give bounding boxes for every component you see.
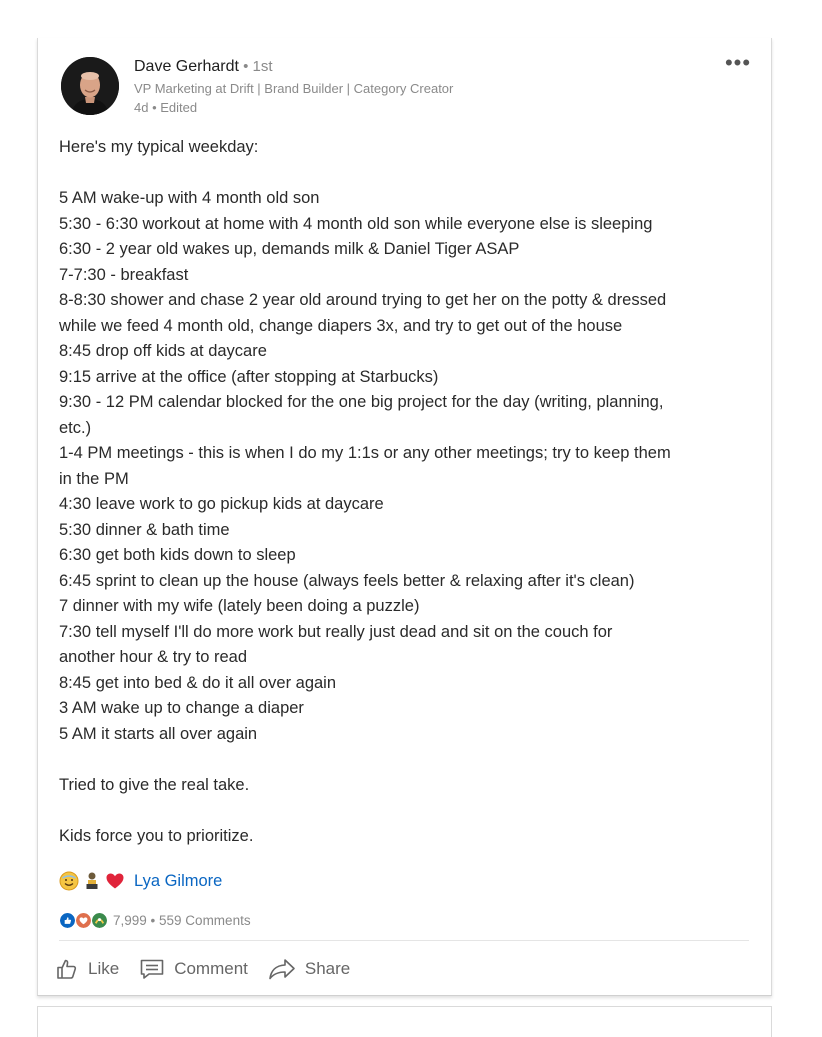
post-text-line: 6:30 - 2 year old wakes up, demands milk… [59, 240, 520, 258]
social-counts-text: 7,999 • 559 Comments [113, 913, 251, 928]
post-body: Here's my typical weekday: 5 AM wake-up w… [59, 135, 759, 849]
post-text-line: 5:30 - 6:30 workout at home with 4 month… [59, 214, 653, 233]
post-text-line: Tried to give the real take. [59, 775, 250, 794]
like-label: Like [88, 959, 120, 978]
person-emoji [86, 872, 98, 889]
post-text-line: Here's my typical weekday: [59, 138, 259, 156]
more-options-button[interactable]: ••• [722, 52, 754, 75]
post-text-line: 1-4 PM meetings - this is when I do my 1… [59, 444, 671, 462]
post-text-line: 4:30 leave work to go pickup kids at day… [59, 495, 384, 513]
avatar-photo [61, 57, 119, 115]
post-text-line: 7 dinner with my wife (lately been doing… [59, 597, 420, 615]
share-label: Share [304, 959, 351, 978]
connection-degree: • 1st [238, 58, 273, 75]
post-text-line: 8:45 drop off kids at daycare [59, 342, 267, 360]
post-text-line: 8:45 get into bed & do it all over again [59, 673, 337, 692]
social-counts: 7,999 • 559 Comments [59, 910, 251, 930]
comment-icon [140, 959, 164, 979]
post-text-line: while we feed 4 month old, change diaper… [59, 316, 623, 335]
comment-button[interactable]: Comment [139, 957, 248, 981]
post-text-line: in the PM [59, 469, 129, 488]
author-headline: VP Marketing at Drift | Brand Builder | … [134, 81, 454, 96]
post-text-line: 9:30 - 12 PM calendar blocked for the on… [59, 393, 664, 411]
like-button[interactable]: Like [55, 957, 119, 981]
post-text-line: 3 AM wake up to change a diaper [59, 699, 304, 717]
post-text-line: another hour & try to read [59, 648, 248, 666]
share-button[interactable]: Share [268, 957, 350, 981]
post-text-line: 7:30 tell myself I'll do more work but r… [59, 622, 613, 641]
post-text-line: Kids force you to prioritize. [59, 826, 254, 845]
author-line: Dave Gerhardt • 1st [134, 57, 273, 77]
like-reaction-icon[interactable] [59, 911, 76, 929]
post-text-line: etc.) [59, 418, 92, 437]
post-text-line: 5 AM it starts all over again [59, 724, 258, 743]
post-text-line: 5 AM wake-up with 4 month old son [59, 189, 320, 207]
post-text-line: 9:15 arrive at the office (after stoppin… [59, 367, 439, 386]
love-reaction-icon[interactable] [75, 911, 92, 929]
reactor-name-link[interactable]: Lya Gilmore [134, 872, 222, 891]
thumbs-up-icon [57, 959, 77, 979]
reactor-line: Lya Gilmore [59, 868, 222, 894]
post-text-line: 6:30 get both kids down to sleep [59, 546, 296, 564]
comments-count-link[interactable]: 559 Comments [159, 913, 251, 928]
reactions-count[interactable]: 7,999 [113, 913, 147, 928]
comment-label: Comment [174, 959, 248, 978]
actions-divider [59, 940, 749, 941]
post-text-line: 5:30 dinner & bath time [59, 520, 230, 539]
insightful-reaction-icon[interactable] [91, 911, 108, 929]
post-timestamp: 4d • Edited [134, 100, 198, 115]
author-name[interactable]: Dave Gerhardt [134, 58, 239, 75]
smiling-face-emoji [59, 871, 79, 891]
post-text-line: 8-8:30 shower and chase 2 year old aroun… [59, 291, 667, 309]
next-post-card-edge [37, 1006, 772, 1037]
stats-separator: • [146, 912, 160, 928]
post-actions-bar: Like Comment Share [55, 952, 370, 986]
share-arrow-icon [269, 959, 295, 980]
post-text-line: 7-7:30 - breakfast [59, 265, 189, 284]
post-text-line: 6:45 sprint to clean up the house (alway… [59, 571, 635, 590]
avatar[interactable] [61, 57, 119, 115]
post-card: Dave Gerhardt • 1st VP Marketing at Drif… [37, 38, 772, 996]
red-heart-emoji [106, 873, 124, 889]
